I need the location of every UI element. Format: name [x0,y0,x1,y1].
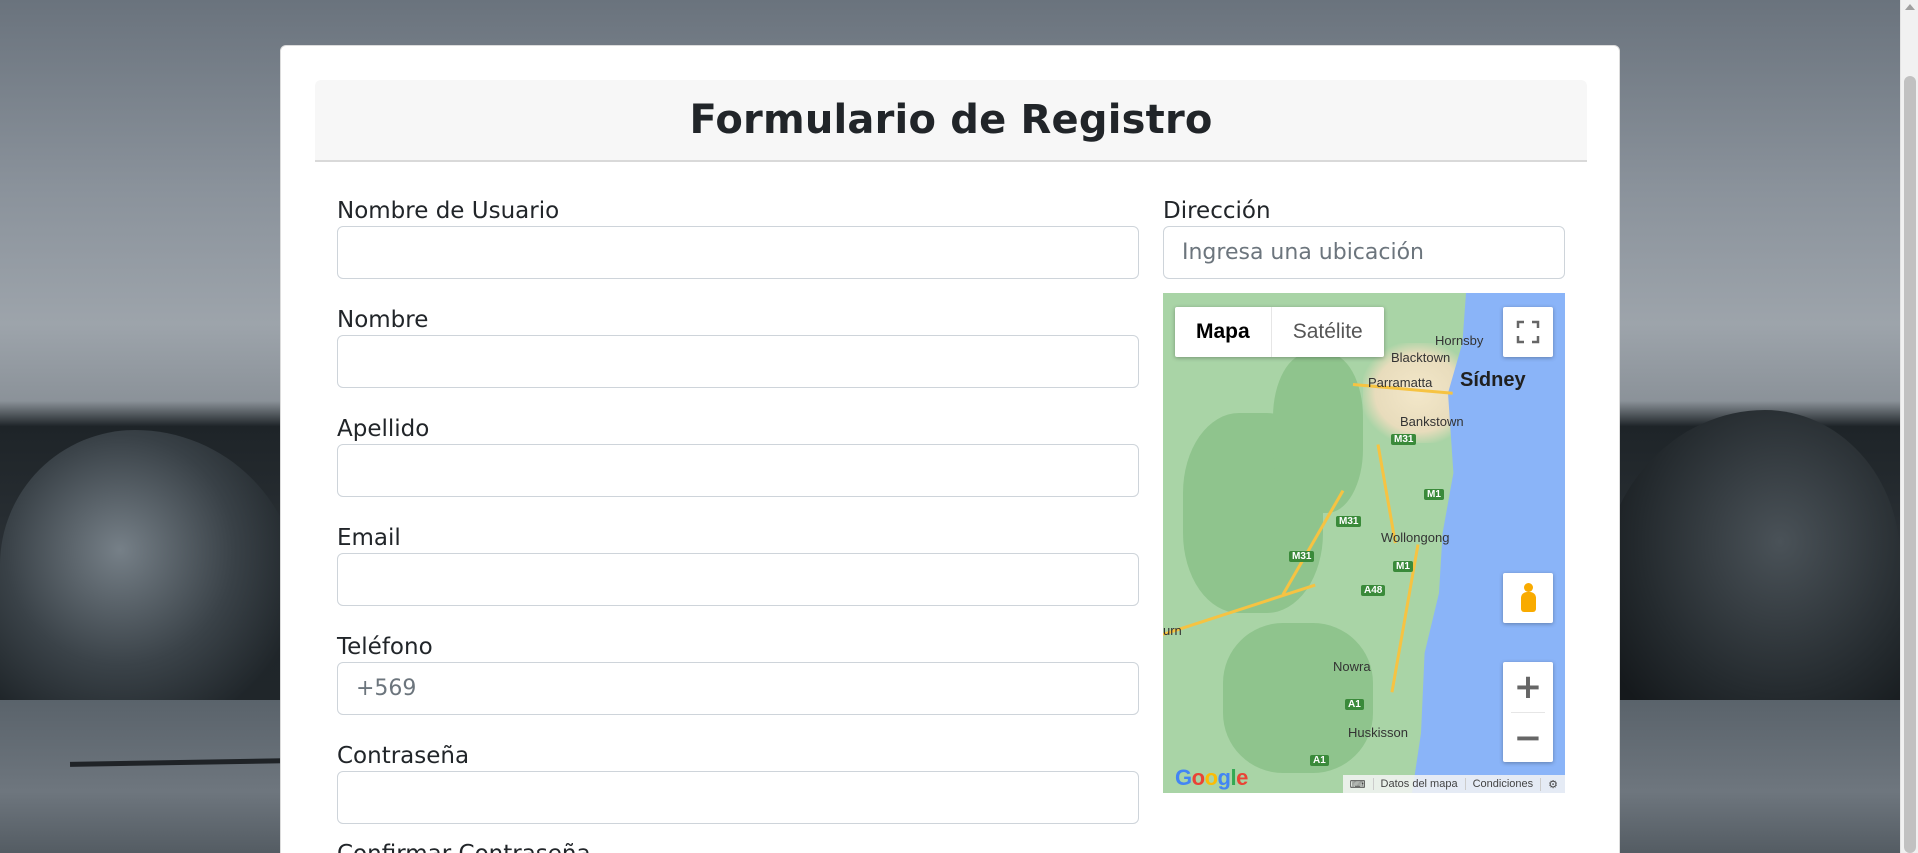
email-label: Email [337,525,401,551]
map-label-nowra: Nowra [1333,659,1371,674]
map-label-urn: urn [1163,623,1182,638]
email-input[interactable] [337,553,1139,606]
map-label-bankstown: Bankstown [1400,414,1464,429]
confirm-password-label: Confirmar Contraseña [337,841,591,853]
map-label-sydney: Sídney [1460,369,1526,391]
background-trees-right [1600,410,1900,740]
google-map[interactable]: Hornsby Blacktown Parramatta Sídney Bank… [1163,293,1565,793]
first-name-label: Nombre [337,307,429,333]
road-shield: M1 [1424,489,1444,500]
street-view-pegman-button[interactable] [1503,573,1553,623]
password-label: Contraseña [337,743,470,769]
map-label-blacktown: Blacktown [1391,350,1451,365]
phone-label: Teléfono [337,634,433,660]
zoom-out-button[interactable]: − [1503,713,1553,763]
map-attribution-bar: ⌨ Datos del mapa Condiciones ⚙ [1342,775,1565,793]
fullscreen-button[interactable] [1503,307,1553,357]
road-shield: A1 [1310,755,1329,766]
scroll-up-arrow-icon[interactable] [1905,4,1915,10]
map-label-parramatta: Parramatta [1368,375,1433,390]
zoom-in-button[interactable]: + [1503,662,1553,712]
page-scrollbar[interactable] [1900,0,1918,853]
map-road [1376,444,1397,544]
last-name-input[interactable] [337,444,1139,497]
road-shield: M31 [1391,434,1417,445]
google-logo[interactable]: Google [1175,765,1248,791]
keyboard-shortcuts-icon[interactable]: ⌨ [1343,778,1373,791]
card-header: Formulario de Registro [315,80,1587,162]
username-label: Nombre de Usuario [337,198,560,224]
address-label: Dirección [1163,198,1271,224]
map-type-satellite-button[interactable]: Satélite [1272,307,1384,357]
address-input[interactable]: Ingresa una ubicación [1163,226,1565,279]
map-data-link[interactable]: Datos del mapa [1372,778,1465,790]
map-type-map-button[interactable]: Mapa [1175,307,1272,357]
pegman-icon [1520,583,1536,613]
first-name-input[interactable] [337,335,1139,388]
terms-link[interactable]: Condiciones [1464,778,1541,790]
road-shield: M31 [1289,551,1315,562]
road-shield: A1 [1345,699,1364,710]
scrollbar-thumb[interactable] [1904,76,1916,853]
map-park-area [1223,623,1373,773]
map-label-hornsby: Hornsby [1435,333,1484,348]
road-shield: M31 [1336,516,1362,527]
map-type-control: Mapa Satélite [1175,307,1384,357]
registration-card: Formulario de Registro Nombre de Usuario… [280,45,1620,853]
road-shield: A48 [1361,585,1386,596]
phone-input[interactable]: +569 [337,662,1139,715]
zoom-control: + − [1503,662,1553,762]
background-trees-left [0,430,300,730]
map-label-wollongong: Wollongong [1381,530,1450,545]
password-input[interactable] [337,771,1139,824]
fullscreen-icon [1516,320,1540,344]
username-input[interactable] [337,226,1139,279]
report-error-icon[interactable]: ⚙ [1540,777,1565,791]
map-label-huskisson: Huskisson [1348,725,1408,740]
road-shield: M1 [1393,561,1413,572]
map-park-area [1273,353,1363,513]
last-name-label: Apellido [337,416,430,442]
page-title: Formulario de Registro [689,97,1213,143]
